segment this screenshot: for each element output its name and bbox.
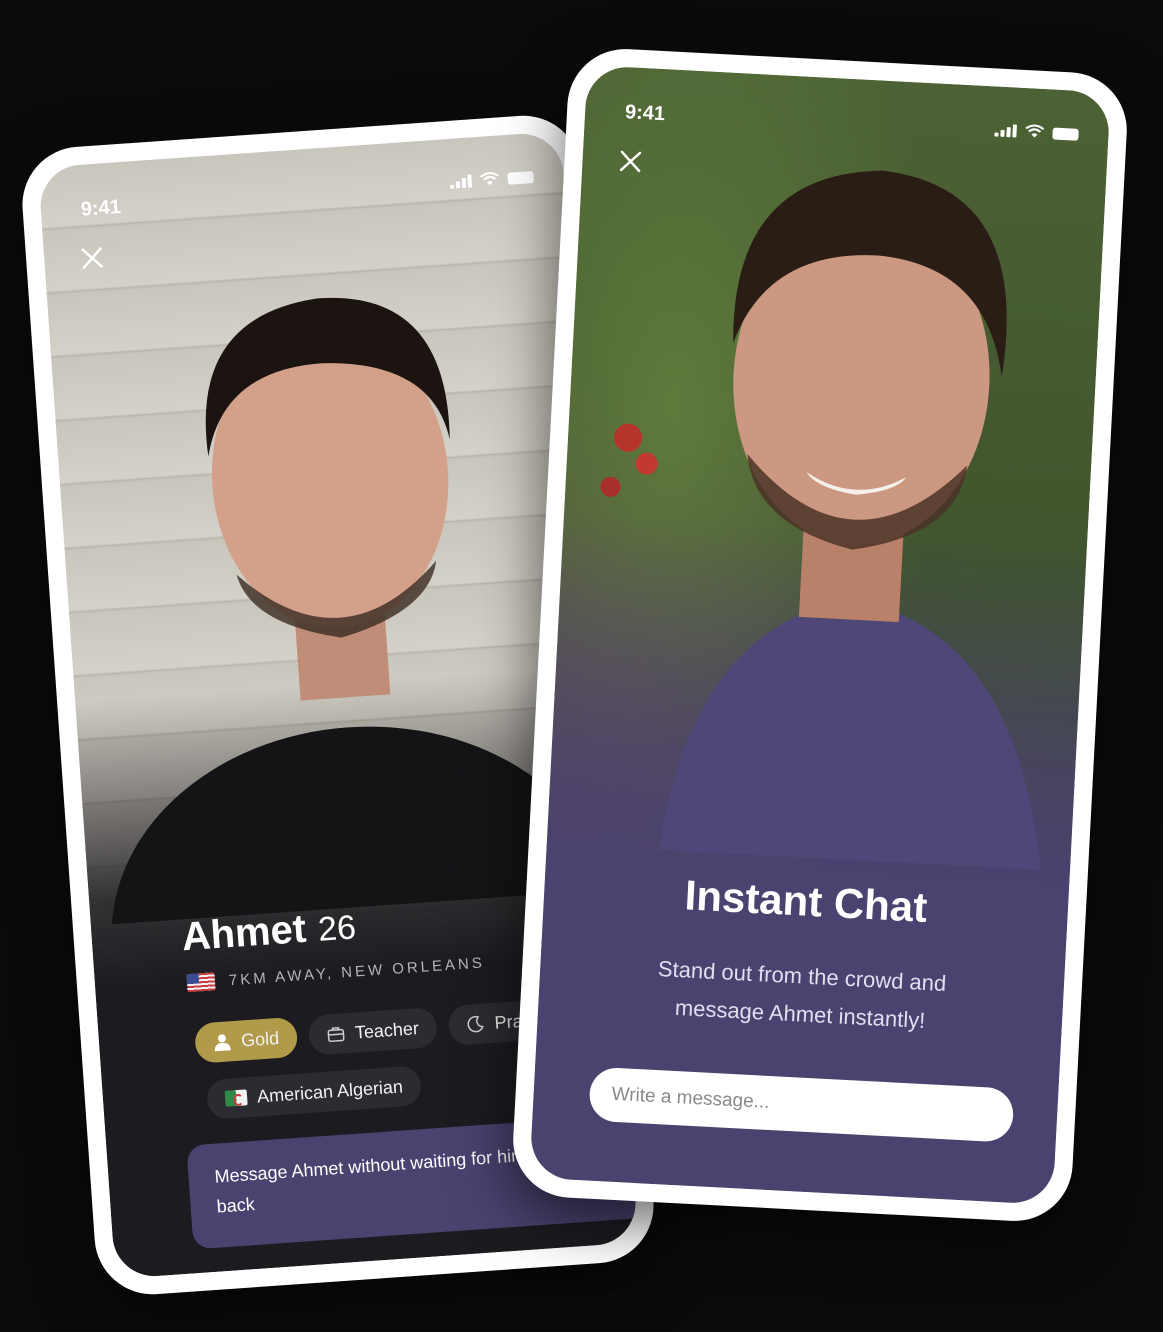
us-flag-icon	[186, 972, 216, 993]
battery-icon	[1052, 127, 1079, 141]
user-icon	[214, 1034, 231, 1052]
signal-icon	[449, 174, 473, 189]
briefcase-icon	[327, 1026, 345, 1043]
status-time: 9:41	[624, 101, 666, 126]
gold-chip-label: Gold	[240, 1027, 280, 1051]
nationality-chip-label: American Algerian	[256, 1075, 404, 1107]
battery-icon	[507, 171, 535, 185]
moon-icon	[467, 1015, 484, 1033]
chip-row-1: Gold Teacher Prac	[193, 999, 551, 1064]
gold-chip[interactable]: Gold	[193, 1016, 299, 1064]
wifi-icon	[1024, 124, 1045, 139]
status-time: 9:41	[80, 195, 122, 221]
instant-chat-title: Instant Chat	[683, 871, 929, 931]
nationality-chip[interactable]: American Algerian	[205, 1065, 423, 1121]
instant-chat-screen: 9:41 Instant Chat Stand out from the cro…	[529, 65, 1111, 1205]
profile-age: 26	[316, 908, 358, 949]
wifi-icon	[479, 171, 500, 186]
profile-name-text: Ahmet	[180, 906, 308, 960]
right-phone: 9:41 Instant Chat Stand out from the cro…	[510, 46, 1130, 1224]
profile-photo	[111, 297, 612, 926]
teacher-chip-label: Teacher	[354, 1017, 420, 1043]
message-input[interactable]	[588, 1066, 1015, 1143]
teacher-chip[interactable]: Teacher	[307, 1006, 439, 1056]
instant-chat-subtitle: Stand out from the crowd and message Ahm…	[597, 947, 1004, 1044]
close-icon[interactable]	[616, 147, 645, 176]
location-row: 7KM AWAY, NEW ORLEANS	[186, 953, 486, 993]
profile-photo	[600, 170, 1044, 872]
location-text: 7KM AWAY, NEW ORLEANS	[228, 953, 486, 989]
close-icon[interactable]	[77, 243, 107, 273]
algeria-flag-icon	[224, 1089, 248, 1107]
chip-row-2: American Algerian	[205, 1065, 423, 1121]
signal-icon	[994, 123, 1017, 138]
